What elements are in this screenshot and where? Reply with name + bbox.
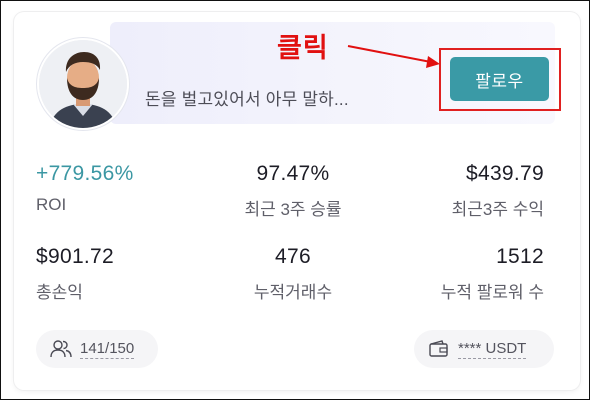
stat-value: $439.79 bbox=[465, 162, 544, 185]
stat-label: 총손익 bbox=[36, 283, 83, 302]
stat-label: 누적 팔로워 수 bbox=[440, 283, 544, 302]
wallet-icon bbox=[429, 340, 448, 357]
stat-win-rate: 97.47% 최근 3주 승률 bbox=[213, 162, 373, 220]
stat-value: 1512 bbox=[496, 245, 544, 268]
stat-trade-count: 476 누적거래수 bbox=[213, 245, 373, 303]
stat-value: +779.56% bbox=[36, 162, 134, 185]
stat-roi: +779.56% ROI bbox=[36, 162, 134, 215]
copiers-count: 141/150 bbox=[80, 339, 135, 359]
stat-label: 누적거래수 bbox=[253, 283, 333, 302]
stat-value: 97.47% bbox=[256, 162, 330, 185]
stat-follower-count: 1512 누적 팔로워 수 bbox=[441, 245, 544, 303]
stat-recent-profit: $439.79 최근3주 수익 bbox=[452, 162, 544, 220]
balance-badge[interactable]: **** USDT bbox=[414, 330, 554, 368]
people-icon bbox=[50, 340, 72, 358]
stat-label: 최근3주 수익 bbox=[451, 200, 544, 219]
follow-button[interactable]: 팔로우 bbox=[450, 57, 549, 101]
copiers-badge[interactable]: 141/150 bbox=[36, 330, 158, 368]
stat-value: 476 bbox=[275, 245, 311, 268]
stat-label: ROI bbox=[36, 195, 67, 214]
balance-amount: **** USDT bbox=[458, 339, 527, 359]
stat-value: $901.72 bbox=[36, 245, 115, 268]
stat-label: 최근 3주 승률 bbox=[244, 200, 342, 219]
stat-total-pnl: $901.72 총손익 bbox=[36, 245, 114, 303]
